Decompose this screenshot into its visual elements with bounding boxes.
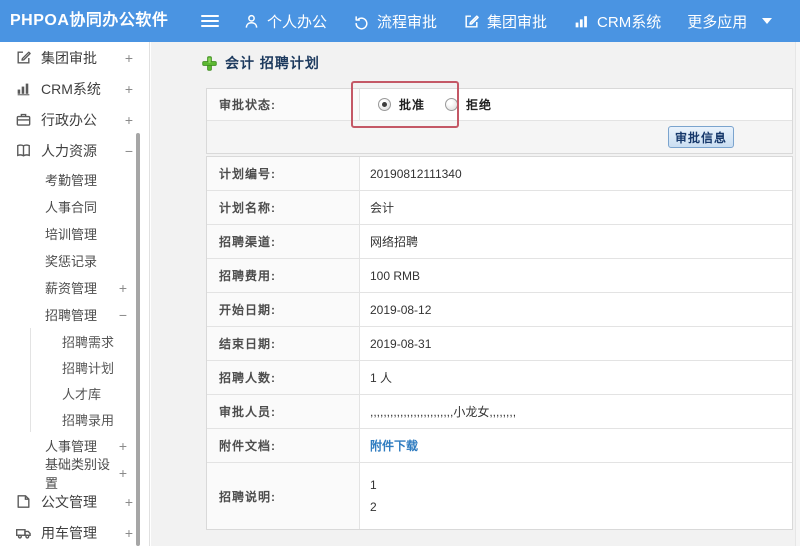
sidebar-item-training-mgmt[interactable]: 培训管理 [0, 220, 149, 247]
main-content: 会计 招聘计划 审批状态: 批准 拒绝 审批信息 计划编号: 201908121… [151, 42, 800, 546]
expand-plus-icon[interactable]: + [119, 465, 127, 481]
field-label: 计划名称: [207, 191, 360, 224]
table-row: 招聘人数: 1 人 [207, 361, 792, 395]
expand-plus-icon[interactable]: + [125, 494, 133, 510]
expand-plus-icon[interactable]: + [125, 50, 133, 66]
app-logo: PHPOA协同办公软件 [10, 12, 169, 29]
page-scrollbar-track[interactable] [795, 42, 800, 546]
field-label: 开始日期: [207, 293, 360, 326]
top-nav: 个人办公 流程审批 集团审批 CRM系统 更多应用 [243, 0, 773, 42]
truck-icon [15, 524, 32, 541]
approval-status-table: 审批状态: 批准 拒绝 审批信息 [206, 88, 793, 154]
sidebar-item-human-resources[interactable]: 人力资源 − [0, 135, 149, 166]
expand-plus-icon[interactable]: + [125, 112, 133, 128]
collapse-minus-icon[interactable]: − [125, 143, 133, 159]
recruitment-submenu: 招聘需求 招聘计划 人才库 招聘录用 [30, 328, 149, 432]
sidebar-item-rewards-records[interactable]: 奖惩记录 [0, 247, 149, 274]
field-label: 招聘费用: [207, 259, 360, 292]
table-row: 审批人员: ,,,,,,,,,,,,,,,,,,,,,,,,,小龙女,,,,,,… [207, 395, 792, 429]
table-row: 招聘费用: 100 RMB [207, 259, 792, 293]
sidebar-item-recruitment-hiring[interactable]: 招聘录用 [31, 406, 149, 432]
field-value: 附件下载 [360, 429, 792, 462]
field-value: 100 RMB [370, 268, 421, 283]
nav-personal-office[interactable]: 个人办公 [243, 11, 327, 32]
field-value: 网络招聘 [370, 235, 419, 249]
recruitment-plan-detail-table: 计划编号: 20190812111340 计划名称: 会计 招聘渠道: 网络招聘… [206, 156, 793, 530]
user-icon [243, 13, 260, 30]
sidebar: 集团审批 + CRM系统 + 行政办公 + 人力资源 − 考勤管理 人事合同 培… [0, 42, 150, 546]
sidebar-scrollbar-thumb[interactable] [136, 133, 140, 546]
field-label: 审批状态: [207, 89, 360, 120]
book-icon [15, 142, 32, 159]
approval-action-row: 审批信息 [207, 121, 792, 153]
hamburger-menu-icon[interactable] [200, 12, 220, 30]
description-line: 2 [370, 500, 377, 514]
field-value: 1 2 [360, 463, 792, 529]
expand-plus-icon[interactable]: + [125, 525, 133, 541]
field-value: 1 人 [370, 371, 393, 385]
sidebar-item-talent-pool[interactable]: 人才库 [31, 380, 149, 406]
field-value: 20190812111340 [370, 166, 462, 181]
content-header: 会计 招聘计划 [201, 53, 320, 73]
field-label: 招聘人数: [207, 361, 360, 394]
bar-chart-icon [15, 80, 32, 97]
expand-plus-icon[interactable]: + [119, 438, 127, 454]
approval-info-button[interactable]: 审批信息 [668, 126, 734, 148]
top-bar: PHPOA协同办公软件 个人办公 流程审批 集团审批 CRM系统 更多应用 [0, 0, 800, 42]
edit-icon [463, 13, 480, 30]
sidebar-item-base-category-settings[interactable]: 基础类别设置 + [0, 457, 149, 491]
caret-down-icon [762, 18, 773, 24]
table-row: 招聘渠道: 网络招聘 [207, 225, 792, 259]
radio-reject[interactable] [445, 98, 459, 111]
description-line: 1 [370, 478, 377, 492]
field-value: 2019-08-31 [370, 336, 432, 351]
table-row: 计划编号: 20190812111340 [207, 157, 792, 191]
approval-status-row: 审批状态: 批准 拒绝 [207, 89, 792, 121]
workflow-icon [353, 13, 370, 30]
field-value: ,,,,,,,,,,,,,,,,,,,,,,,,,小龙女,,,,,,,, [370, 405, 517, 419]
field-label: 招聘渠道: [207, 225, 360, 258]
sidebar-item-attendance-mgmt[interactable]: 考勤管理 [0, 166, 149, 193]
sidebar-item-recruitment-demand[interactable]: 招聘需求 [31, 328, 149, 354]
add-plus-icon [201, 55, 218, 72]
sidebar-item-document-mgmt[interactable]: 公文管理 + [0, 486, 149, 517]
field-value: 会计 [370, 201, 395, 215]
radio-approve-label: 批准 [399, 98, 426, 112]
table-row: 计划名称: 会计 [207, 191, 792, 225]
field-label: 招聘说明: [207, 463, 360, 529]
nav-workflow-approval[interactable]: 流程审批 [353, 11, 437, 32]
table-row: 附件文档: 附件下载 [207, 429, 792, 463]
sidebar-item-vehicle-mgmt[interactable]: 用车管理 + [0, 517, 149, 546]
sidebar-item-group-approval[interactable]: 集团审批 + [0, 42, 149, 73]
field-label: 审批人员: [207, 395, 360, 428]
field-label: 附件文档: [207, 429, 360, 462]
edit-square-icon [15, 49, 32, 66]
document-icon [15, 493, 32, 510]
attachment-download-link[interactable]: 附件下载 [370, 437, 418, 454]
sidebar-item-recruitment-plan[interactable]: 招聘计划 [31, 354, 149, 380]
sidebar-item-admin-office[interactable]: 行政办公 + [0, 104, 149, 135]
sidebar-item-hr-contract[interactable]: 人事合同 [0, 193, 149, 220]
table-row: 结束日期: 2019-08-31 [207, 327, 792, 361]
collapse-minus-icon[interactable]: − [119, 307, 127, 323]
nav-more-apps[interactable]: 更多应用 [687, 11, 773, 32]
approval-status-options: 批准 拒绝 [360, 89, 792, 120]
table-row: 开始日期: 2019-08-12 [207, 293, 792, 327]
bar-chart-icon [573, 13, 590, 30]
field-value: 2019-08-12 [370, 302, 432, 317]
page-title: 会计 招聘计划 [225, 55, 320, 71]
radio-approve[interactable] [378, 98, 391, 111]
sidebar-item-recruitment-mgmt[interactable]: 招聘管理 − [0, 301, 149, 328]
table-row: 招聘说明: 1 2 [207, 463, 792, 529]
field-label: 结束日期: [207, 327, 360, 360]
expand-plus-icon[interactable]: + [125, 81, 133, 97]
radio-reject-label: 拒绝 [466, 98, 493, 112]
expand-plus-icon[interactable]: + [119, 280, 127, 296]
nav-crm-system[interactable]: CRM系统 [573, 11, 661, 32]
nav-group-approval[interactable]: 集团审批 [463, 11, 547, 32]
sidebar-item-crm-system[interactable]: CRM系统 + [0, 73, 149, 104]
briefcase-icon [15, 111, 32, 128]
field-label: 计划编号: [207, 157, 360, 190]
sidebar-item-salary-mgmt[interactable]: 薪资管理 + [0, 274, 149, 301]
